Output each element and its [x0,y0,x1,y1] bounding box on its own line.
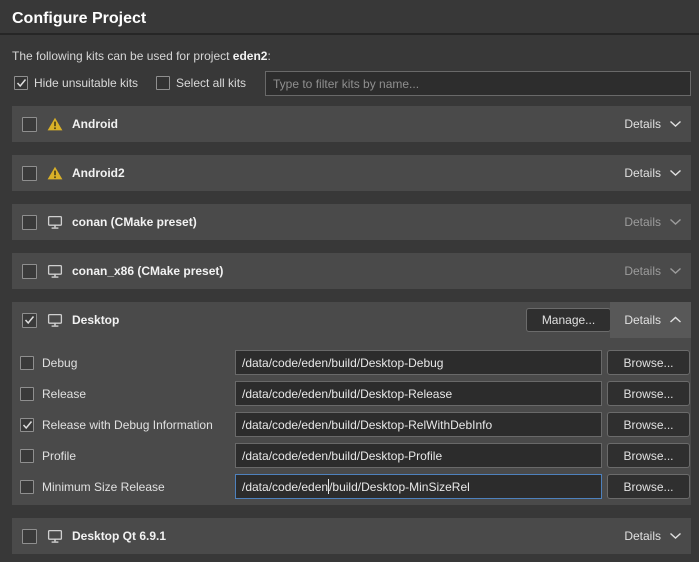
checkbox-box [20,387,34,401]
details-label: Details [624,166,661,180]
chevron-down-icon [669,218,682,226]
minsizerel-browse-button[interactable]: Browse... [607,474,690,499]
checkmark-icon [16,78,27,88]
title-separator [0,33,699,35]
kit-row-desktop: Desktop Manage... Details Debug Browse..… [12,302,691,505]
select-all-label: Select all kits [176,76,246,90]
details-label: Details [624,529,661,543]
chevron-up-icon [669,316,682,324]
desktop-icon [47,313,63,328]
kit-checkbox[interactable] [22,117,37,132]
details-toggle[interactable]: Details [610,204,691,240]
page-title: Configure Project [12,10,146,28]
kit-row-conan-x86: conan_x86 (CMake preset) Details [12,253,691,289]
kit-header: Android Details [12,106,691,142]
intro-prefix: The following kits can be used for proje… [12,49,233,63]
release-build-dir-input[interactable] [235,381,602,406]
relwithdebinfo-browse-button[interactable]: Browse... [607,412,690,437]
debug-browse-button[interactable]: Browse... [607,350,690,375]
details-toggle[interactable]: Details [610,253,691,289]
intro-suffix: : [267,49,270,63]
filter-input[interactable] [265,71,691,96]
release-checkbox[interactable]: Release [20,381,86,406]
checkmark-icon [24,315,35,325]
chevron-down-icon [669,267,682,275]
kit-checkbox[interactable] [22,529,37,544]
debug-build-dir-input[interactable] [235,350,602,375]
kit-name: Android2 [72,166,125,180]
checkbox-box [20,449,34,463]
checkbox-box [156,76,170,90]
build-config-row-minsizerel: Minimum Size Release /data/code/eden/bui… [12,474,691,499]
kit-checkbox[interactable] [22,313,37,328]
details-label: Details [624,313,661,327]
warning-icon [47,166,63,180]
warning-icon [47,117,63,131]
kit-header: Android2 Details [12,155,691,191]
details-label: Details [624,215,661,229]
build-config-row-release: Release Browse... [12,381,691,406]
kit-header: conan_x86 (CMake preset) Details [12,253,691,289]
chevron-down-icon [669,120,682,128]
manage-kits-button[interactable]: Manage... [526,308,611,332]
chevron-down-icon [669,169,682,177]
config-label: Minimum Size Release [42,480,165,494]
details-toggle[interactable]: Details [610,302,691,338]
desktop-icon [47,529,63,544]
kit-header: Desktop Qt 6.9.1 Details [12,518,691,554]
kit-row-android2: Android2 Details [12,155,691,191]
configure-project-screen: Configure Project The following kits can… [0,0,699,562]
kit-name: conan (CMake preset) [72,215,197,229]
relwithdebinfo-checkbox[interactable]: Release with Debug Information [20,412,213,437]
kit-row-conan: conan (CMake preset) Details [12,204,691,240]
checkbox-box [20,418,34,432]
cursor-after: /build/Desktop-MinSizeRel [329,480,470,494]
relwithdebinfo-build-dir-input[interactable] [235,412,602,437]
hide-unsuitable-checkbox[interactable]: Hide unsuitable kits [14,76,138,90]
checkbox-box [20,356,34,370]
details-toggle[interactable]: Details [610,106,691,142]
config-label: Release [42,387,86,401]
build-config-row-debug: Debug Browse... [12,350,691,375]
kit-row-desktop-qt: Desktop Qt 6.9.1 Details [12,518,691,554]
config-label: Profile [42,449,76,463]
kit-checkbox[interactable] [22,166,37,181]
profile-checkbox[interactable]: Profile [20,443,76,468]
checkbox-box [20,480,34,494]
profile-browse-button[interactable]: Browse... [607,443,690,468]
desktop-icon [47,215,63,230]
build-config-row-relwithdebinfo: Release with Debug Information Browse... [12,412,691,437]
config-label: Release with Debug Information [42,418,213,432]
kit-name: conan_x86 (CMake preset) [72,264,223,278]
kit-header: Desktop Manage... Details [12,302,691,338]
select-all-checkbox[interactable]: Select all kits [156,76,246,90]
kit-checkbox[interactable] [22,264,37,279]
hide-unsuitable-label: Hide unsuitable kits [34,76,138,90]
checkmark-icon [22,420,33,430]
kit-row-android: Android Details [12,106,691,142]
profile-build-dir-input[interactable] [235,443,602,468]
kit-header: conan (CMake preset) Details [12,204,691,240]
minsizerel-build-dir-input[interactable]: /data/code/eden/build/Desktop-MinSizeRel [235,474,602,499]
chevron-down-icon [669,532,682,540]
release-browse-button[interactable]: Browse... [607,381,690,406]
details-label: Details [624,117,661,131]
config-label: Debug [42,356,77,370]
details-label: Details [624,264,661,278]
build-config-row-profile: Profile Browse... [12,443,691,468]
cursor-before: /data/code/eden [242,480,328,494]
details-toggle[interactable]: Details [610,518,691,554]
kit-name: Desktop Qt 6.9.1 [72,529,166,543]
intro-text: The following kits can be used for proje… [12,49,271,63]
kit-name: Android [72,117,118,131]
debug-checkbox[interactable]: Debug [20,350,77,375]
desktop-icon [47,264,63,279]
details-toggle[interactable]: Details [610,155,691,191]
kit-checkbox[interactable] [22,215,37,230]
checkbox-box [14,76,28,90]
project-name: eden2 [233,49,268,63]
kit-name: Desktop [72,313,119,327]
minsizerel-checkbox[interactable]: Minimum Size Release [20,474,165,499]
